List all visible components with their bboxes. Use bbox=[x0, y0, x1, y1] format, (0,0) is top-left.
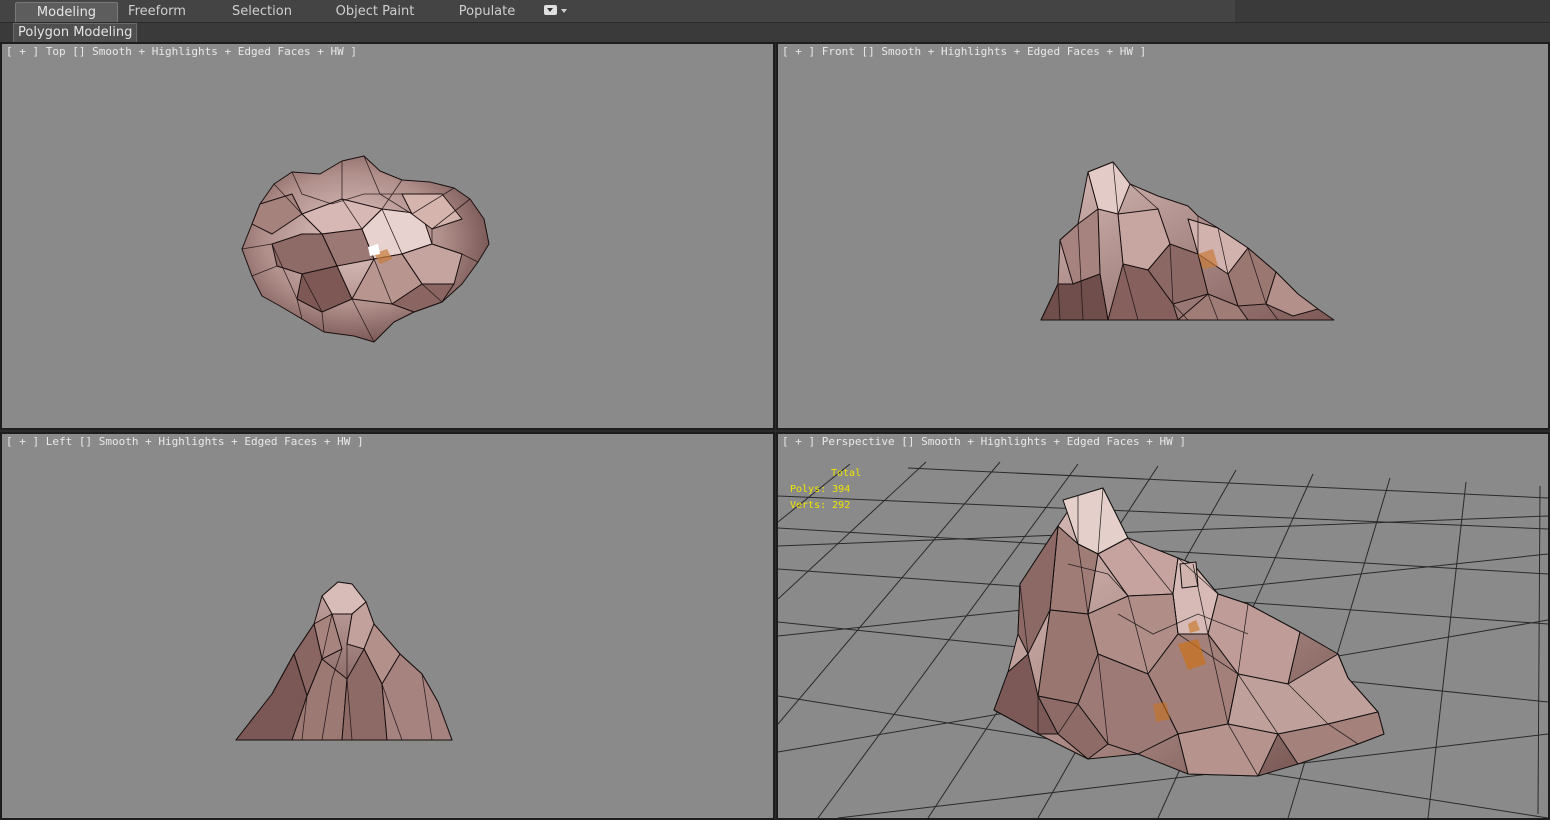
ribbon-tab-bar: Modeling Freeform Selection Object Paint… bbox=[0, 0, 1550, 23]
front-view-rock bbox=[1040, 161, 1335, 321]
stats-verts-label: Verts: bbox=[790, 500, 827, 511]
viewport-perspective[interactable]: [ + ] Perspective [] Smooth + Highlights… bbox=[776, 432, 1550, 820]
stats-verts-value: 292 bbox=[832, 500, 851, 511]
ribbon-panel: Polygon Modeling bbox=[0, 23, 1550, 43]
viewport-left[interactable]: [ + ] Left [] Smooth + Highlights + Edge… bbox=[0, 432, 775, 820]
viewport-perspective-label[interactable]: [ + ] Perspective [] Smooth + Highlights… bbox=[782, 435, 1186, 448]
viewport-top-label[interactable]: [ + ] Top [] Smooth + Highlights + Edged… bbox=[6, 45, 357, 58]
left-view-rock bbox=[235, 581, 453, 741]
stats-polys-value: 394 bbox=[832, 484, 851, 495]
top-view-rock bbox=[241, 155, 490, 343]
stats-polys-label: Polys: bbox=[790, 484, 827, 495]
stats-polys: Polys: 394 bbox=[790, 482, 861, 498]
chevron-down-icon bbox=[561, 9, 567, 13]
statistics-overlay: Total Polys: 394 Verts: 292 bbox=[790, 466, 861, 514]
tab-selection[interactable]: Selection bbox=[216, 2, 308, 21]
viewport-front-label[interactable]: [ + ] Front [] Smooth + Highlights + Edg… bbox=[782, 45, 1146, 58]
tab-freeform[interactable]: Freeform bbox=[112, 2, 202, 21]
tab-modeling[interactable]: Modeling bbox=[15, 2, 118, 22]
viewport-top[interactable]: [ + ] Top [] Smooth + Highlights + Edged… bbox=[0, 42, 775, 430]
viewport-front[interactable]: [ + ] Front [] Smooth + Highlights + Edg… bbox=[776, 42, 1550, 430]
rock-mesh bbox=[993, 487, 1385, 777]
viewport-left-label[interactable]: [ + ] Left [] Smooth + Highlights + Edge… bbox=[6, 435, 364, 448]
menu-box-icon bbox=[544, 5, 557, 15]
tab-bar-filler bbox=[1235, 0, 1550, 22]
stats-verts: Verts: 292 bbox=[790, 498, 861, 514]
tab-populate[interactable]: Populate bbox=[446, 2, 528, 21]
stats-total-header: Total bbox=[831, 468, 862, 479]
perspective-view bbox=[778, 461, 1548, 818]
polygon-modeling-button[interactable]: Polygon Modeling bbox=[13, 23, 138, 43]
tab-object-paint[interactable]: Object Paint bbox=[322, 2, 428, 21]
tab-options-dropdown[interactable] bbox=[544, 5, 568, 17]
